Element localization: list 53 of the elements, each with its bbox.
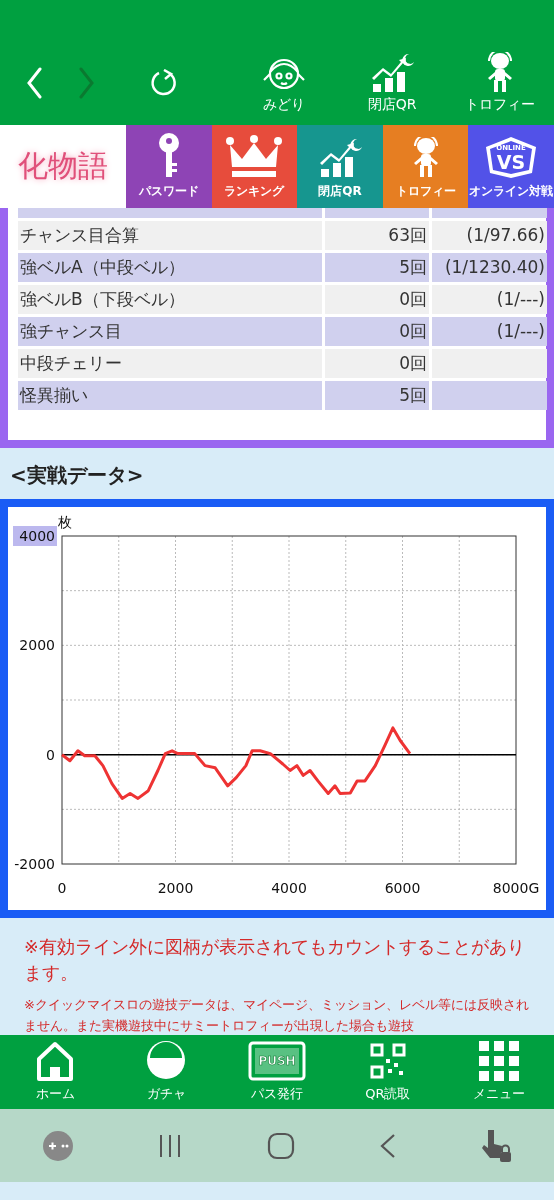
- home-icon: [35, 1041, 76, 1081]
- key-icon: [156, 133, 181, 179]
- menu-tab[interactable]: パスワード: [126, 125, 212, 208]
- x-tick-label: 2000: [157, 880, 194, 896]
- header-link[interactable]: トロフィー: [446, 51, 554, 114]
- stat-count: 0回: [325, 349, 429, 378]
- capsule-icon: [145, 1039, 188, 1081]
- x-tick-label: 4000: [271, 880, 307, 896]
- y-tick-label: -2000: [14, 856, 55, 872]
- note-text: ※クイックマイスロの遊技データは、マイページ、ミッション、レベル等には反映されません。また実機遊技中にサミートロフィーが出現した場合も遊技: [24, 996, 530, 1035]
- axis-unit: 枚: [58, 514, 72, 530]
- push-badge-icon: PUSH: [248, 1041, 306, 1081]
- menu-tab[interactable]: ランキング: [211, 125, 298, 208]
- game-controller-icon[interactable]: [41, 1129, 74, 1162]
- bottom-nav-item[interactable]: メニュー: [443, 1035, 554, 1109]
- stat-count: 5回: [325, 253, 429, 282]
- stat-count: 5回: [325, 381, 429, 410]
- crown-icon: [226, 135, 283, 179]
- stat-ratio: (1/---): [432, 285, 547, 314]
- menu-tab[interactable]: 閉店QR: [297, 125, 383, 208]
- stat-name: 怪異揃い: [18, 381, 322, 410]
- y-tick-label: 4000: [19, 528, 55, 544]
- stat-ratio: (1/---): [432, 317, 547, 346]
- x-tick-label: 8000G: [492, 880, 540, 896]
- y-tick-label: 0: [46, 746, 55, 763]
- header-link[interactable]: みどり: [230, 51, 338, 114]
- bottom-nav-item[interactable]: PUSH パス発行: [221, 1035, 333, 1109]
- y-tick-label: 2000: [19, 637, 55, 654]
- bottom-nav-item[interactable]: ガチャ: [110, 1035, 222, 1109]
- stat-ratio: (1/97.66): [432, 221, 547, 250]
- highlighted-y-tick-label: 4000: [13, 526, 57, 546]
- back-icon[interactable]: [378, 1132, 397, 1159]
- section-title: <実戦データ>: [9, 462, 145, 489]
- note-text: ※有効ライン外に図柄が表示されてもカウントすることがあります。: [24, 936, 526, 985]
- stat-count: 63回: [325, 221, 429, 250]
- touch-lock-icon[interactable]: [480, 1127, 513, 1164]
- logo[interactable]: 化物語: [0, 125, 126, 208]
- stat-ratio: (1/1230.40): [432, 253, 547, 282]
- stat-count: 0回: [325, 317, 429, 346]
- stat-name: 強チャンス目: [18, 317, 322, 346]
- stat-name: 強ベルB（下段ベル）: [18, 285, 322, 314]
- menu-grid-icon: [478, 1041, 519, 1081]
- stat-name: 強ベルA（中段ベル）: [18, 253, 322, 282]
- home-button-icon[interactable]: [267, 1131, 295, 1160]
- bottom-nav-item[interactable]: QR読取: [332, 1035, 444, 1109]
- x-tick-label: 0: [57, 880, 67, 896]
- menu-tab[interactable]: トロフィー: [382, 125, 469, 208]
- x-tick-label: 6000: [384, 880, 421, 896]
- bottom-nav-item[interactable]: ホーム: [0, 1035, 111, 1109]
- stat-count: 0回: [325, 285, 429, 314]
- stat-name: 中段チェリー: [18, 349, 322, 378]
- header-link[interactable]: 閉店QR: [338, 51, 446, 114]
- stat-name: チャンス目合算: [18, 221, 322, 250]
